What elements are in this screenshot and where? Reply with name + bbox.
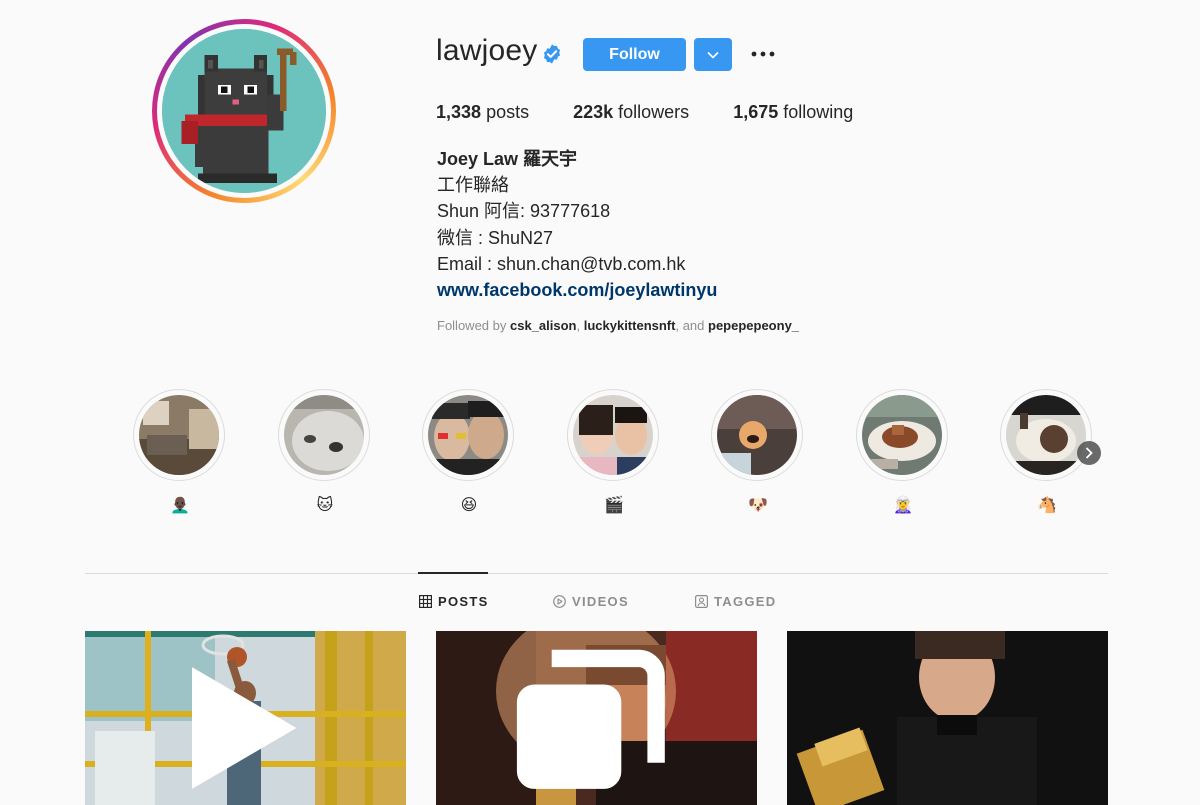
bio-line: Email : shun.chan@tvb.com.hk <box>437 253 686 274</box>
stat-following[interactable]: 1,675 following <box>733 102 853 123</box>
highlight-item[interactable]: 🎬 <box>567 389 661 517</box>
tab-tagged-label: TAGGED <box>714 594 777 609</box>
stat-posts-count: 1,338 <box>436 102 482 122</box>
highlight-label: 👨🏿‍🦲 <box>170 497 190 514</box>
carousel-post-icon <box>516 649 665 789</box>
highlight-cover <box>1006 395 1086 475</box>
profile-full-name: Joey Law 羅天宇 <box>437 149 578 169</box>
story-highlights: 👨🏿‍🦲 🐱 😆 🎬 🐶 <box>133 389 1113 519</box>
highlights-next-button[interactable] <box>1077 441 1101 465</box>
highlight-item[interactable]: 😆 <box>422 389 516 517</box>
highlight-item[interactable]: 🐱 <box>278 389 372 517</box>
followed-by-separator: , and <box>675 318 708 333</box>
video-post-icon <box>192 667 297 789</box>
tab-videos-label: VIDEOS <box>572 594 629 609</box>
grid-icon <box>419 595 432 608</box>
active-tab-indicator <box>418 572 488 574</box>
profile-avatar[interactable] <box>152 19 336 203</box>
stat-following-count: 1,675 <box>733 102 779 122</box>
more-options-button[interactable] <box>748 44 778 64</box>
stat-followers[interactable]: 223k followers <box>573 102 689 123</box>
highlight-label: 🐶 <box>748 497 768 514</box>
followed-by-user[interactable]: csk_alison <box>510 318 577 333</box>
followed-by-separator: , <box>576 318 584 333</box>
pixel-cat-avatar-image <box>162 29 326 193</box>
chevron-right-icon <box>1085 447 1093 459</box>
verified-badge-icon <box>543 44 561 64</box>
stat-following-label: following <box>783 102 854 122</box>
profile-page: lawjoey Follow 1,338 posts 223k follower… <box>0 0 1200 805</box>
stat-followers-label: followers <box>618 102 690 122</box>
tag-user-icon <box>695 595 708 608</box>
post-thumbnail[interactable] <box>787 631 1108 805</box>
tab-tagged[interactable]: TAGGED <box>695 594 776 609</box>
suit-trophy-post-image <box>787 631 1108 805</box>
tab-posts-label: POSTS <box>438 594 489 609</box>
tab-posts[interactable]: POSTS <box>419 594 489 609</box>
more-dots-icon <box>751 51 775 57</box>
stat-posts: 1,338 posts <box>436 102 529 123</box>
stat-followers-count: 223k <box>573 102 614 122</box>
bio-line: Shun 阿信: 93777618 <box>437 201 611 222</box>
highlight-label: 🐱 <box>316 497 334 514</box>
highlight-cover <box>862 395 942 475</box>
post-thumbnail[interactable] <box>85 631 406 805</box>
profile-stats: 1,338 posts 223k followers 1,675 followi… <box>436 102 897 123</box>
highlight-label: 🐴 <box>1037 497 1057 514</box>
highlight-cover <box>717 395 797 475</box>
follow-button[interactable]: Follow <box>583 38 686 71</box>
stat-posts-label: posts <box>486 102 530 122</box>
highlight-label: 😆 <box>460 497 478 514</box>
highlight-label: 🧝‍♀️ <box>893 497 913 514</box>
chevron-down-icon <box>707 51 719 59</box>
bio-external-link[interactable]: www.facebook.com/joeylawtinyu <box>437 277 717 303</box>
profile-bio: Joey Law 羅天宇 工作聯絡 Shun 阿信: 93777618 微信 :… <box>437 146 717 303</box>
highlight-label: 🎬 <box>604 497 624 514</box>
highlight-item[interactable]: 👨🏿‍🦲 <box>133 389 227 517</box>
highlight-cover <box>284 395 364 475</box>
tabs-divider <box>85 573 1108 574</box>
post-thumbnail[interactable] <box>436 631 757 805</box>
followed-by-user[interactable]: pepepepeony_ <box>708 318 799 333</box>
profile-username: lawjoey <box>436 34 538 67</box>
followed-by-prefix: Followed by <box>437 318 510 333</box>
highlight-cover <box>139 395 219 475</box>
followed-by-user[interactable]: luckykittensnft <box>584 318 676 333</box>
bio-line: 工作聯絡 <box>437 175 509 196</box>
highlight-item[interactable]: 🐶 <box>711 389 805 517</box>
play-circle-icon <box>553 595 566 608</box>
followed-by[interactable]: Followed by csk_alison, luckykittensnft,… <box>437 318 799 333</box>
bio-line: 微信 : ShuN27 <box>437 227 554 248</box>
suggested-accounts-button[interactable] <box>694 38 732 71</box>
highlight-cover <box>428 395 508 475</box>
highlight-item[interactable]: 🧝‍♀️ <box>856 389 950 517</box>
highlight-cover <box>573 395 653 475</box>
tab-videos[interactable]: VIDEOS <box>553 594 629 609</box>
